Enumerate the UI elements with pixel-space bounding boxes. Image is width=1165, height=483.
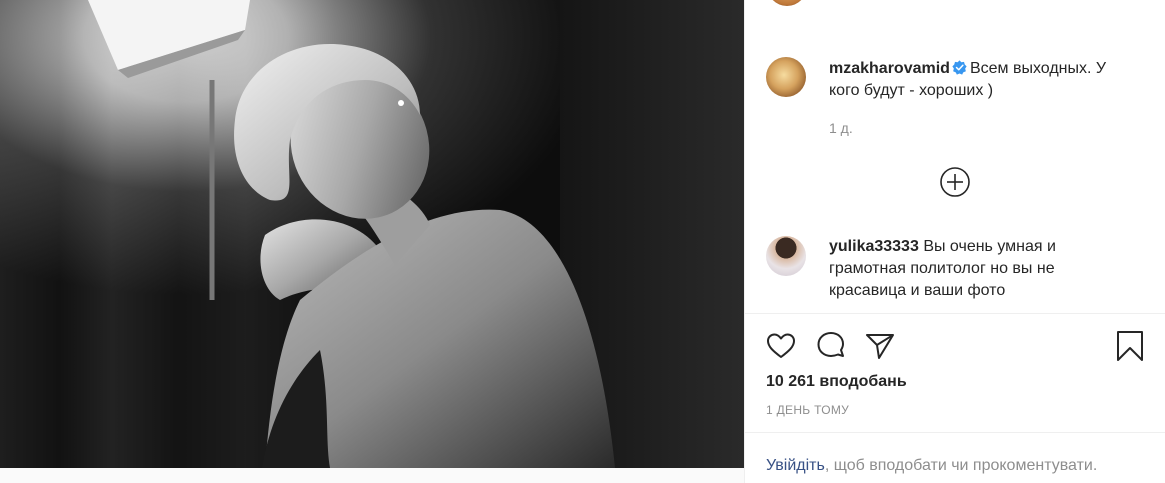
post-photo-image: [0, 0, 744, 468]
photo-bottom-strip: [0, 468, 744, 483]
comment-text-block: yulika33333 Вы очень умная и грамотная п…: [829, 236, 1114, 302]
verified-badge-icon: [952, 60, 967, 75]
actions-divider: [745, 313, 1165, 314]
paper-plane-icon: [866, 334, 894, 359]
post-photo[interactable]: [0, 0, 744, 468]
save-button[interactable]: [1115, 329, 1145, 363]
comment-button[interactable]: [814, 329, 848, 363]
login-prompt: Увійдіть, щоб вподобати чи прокоментуват…: [766, 457, 1097, 475]
likes-count[interactable]: 10 261 вподобань: [766, 373, 907, 391]
caption-time[interactable]: 1 д.: [829, 120, 853, 136]
comment-bubble-icon: [817, 332, 844, 357]
login-prompt-text: , щоб вподобати чи прокоментувати.: [824, 457, 1098, 474]
caption-avatar[interactable]: [766, 57, 806, 97]
post-date[interactable]: 1 ДЕНЬ ТОМУ: [766, 403, 849, 417]
post-details-panel: mzakharovamid Всем выходных. У кого будут…: [744, 0, 1165, 483]
header-avatar[interactable]: [767, 0, 807, 6]
comment-username[interactable]: yulika33333: [829, 238, 919, 255]
caption-text-block: mzakharovamid Всем выходных. У кого будут…: [829, 58, 1139, 102]
comment-avatar[interactable]: [766, 236, 806, 276]
plus-circle-icon: [940, 167, 970, 197]
login-link[interactable]: Увійдіть: [766, 457, 825, 474]
heart-icon: [767, 333, 795, 358]
like-button[interactable]: [765, 330, 797, 362]
load-more-comments-button[interactable]: [939, 166, 971, 198]
login-divider: [745, 432, 1165, 433]
share-button[interactable]: [863, 329, 897, 363]
caption-username[interactable]: mzakharovamid: [829, 60, 950, 77]
bookmark-icon: [1117, 331, 1143, 361]
